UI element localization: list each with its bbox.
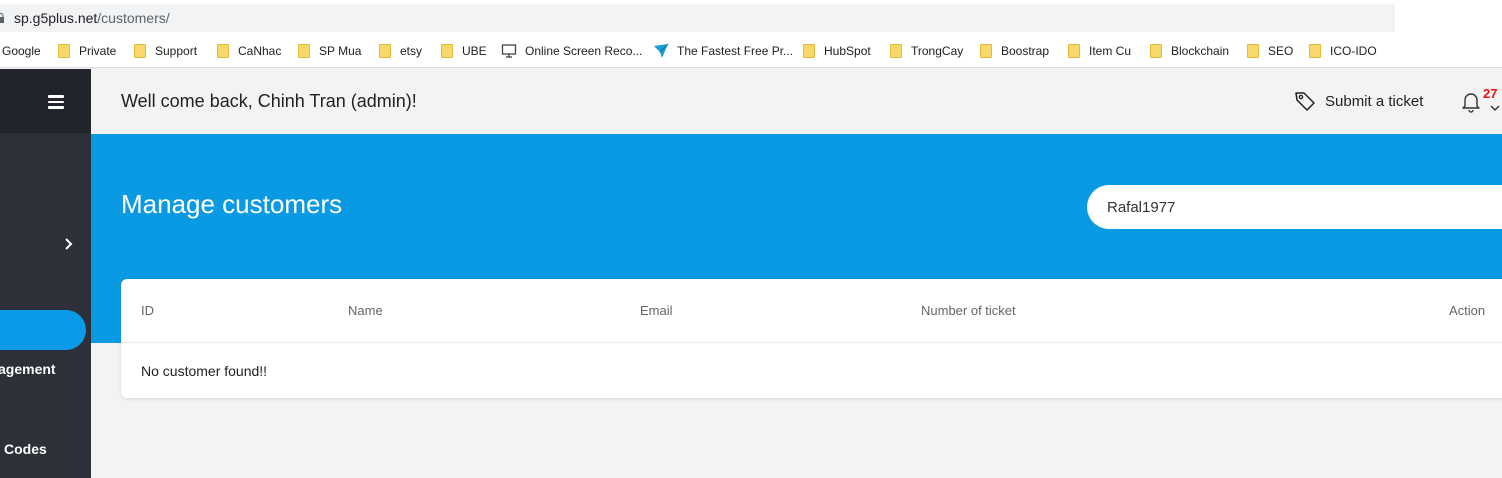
browser-address-bar: sp.g5plus.net/customers/ — [0, 0, 1502, 34]
bookmark-item-cu[interactable]: Item Cu — [1068, 43, 1131, 59]
bookmark-label: etsy — [400, 44, 423, 58]
bookmark-ube[interactable]: UBE — [441, 43, 487, 59]
submit-ticket-button[interactable]: Submit a ticket — [1294, 90, 1423, 112]
folder-icon — [441, 44, 453, 58]
bookmark-ico-ido[interactable]: ICO-IDO — [1309, 43, 1377, 59]
sidebar-item-management[interactable]: agement — [0, 361, 56, 377]
bell-icon — [1461, 91, 1481, 113]
hamburger-menu-icon[interactable] — [48, 95, 64, 109]
folder-icon — [134, 44, 146, 58]
bookmark-canhac[interactable]: CaNhac — [217, 43, 281, 59]
folder-icon — [1068, 44, 1080, 58]
bookmark-label: HubSpot — [824, 44, 871, 58]
url-field[interactable]: sp.g5plus.net/customers/ — [0, 4, 1395, 32]
sidebar: agement Codes — [0, 69, 91, 478]
url-path: /customers/ — [97, 10, 170, 26]
sidebar-item-customers-active[interactable] — [0, 310, 86, 350]
folder-icon — [890, 44, 902, 58]
bookmark-boostrap[interactable]: Boostrap — [980, 43, 1049, 59]
folder-icon — [298, 44, 310, 58]
bookmark-label: SP Mua — [319, 44, 362, 58]
bookmark-label: SEO — [1268, 44, 1294, 58]
bookmark-sp-mua[interactable]: SP Mua — [298, 43, 361, 59]
bookmark-google[interactable]: Google — [2, 43, 41, 59]
bookmark-label: UBE — [462, 44, 487, 58]
folder-icon — [803, 44, 815, 58]
bookmark-online-screen[interactable]: Online Screen Reco... — [501, 43, 642, 59]
bookmark-etsy[interactable]: etsy — [379, 43, 422, 59]
sidebar-item-codes[interactable]: Codes — [4, 441, 47, 457]
customers-table: ID Name Email Number of ticket Action No… — [121, 279, 1502, 398]
bookmark-label: The Fastest Free Pr... — [677, 44, 794, 58]
page-title: Manage customers — [121, 189, 343, 219]
submit-ticket-label: Submit a ticket — [1325, 92, 1424, 110]
top-header: Well come back, Chinh Tran (admin)! Subm… — [91, 69, 1502, 134]
folder-icon — [1247, 44, 1259, 58]
column-header-action: Action — [1449, 303, 1486, 318]
bookmark-label: Support — [155, 44, 198, 58]
column-header-name[interactable]: Name — [348, 303, 383, 318]
url-host: sp.g5plus.net — [14, 10, 98, 26]
notifications-button[interactable]: 27 — [1461, 86, 1501, 115]
folder-icon — [980, 44, 992, 58]
tag-icon — [1294, 90, 1316, 112]
bookmark-label: Private — [79, 44, 117, 58]
bookmark-label: Google — [2, 44, 41, 58]
bookmark-label: Blockchain — [1171, 44, 1230, 58]
bookmark-label: TrongCay — [911, 44, 964, 58]
bookmark-seo[interactable]: SEO — [1247, 43, 1293, 59]
bookmark-private[interactable]: Private — [58, 43, 116, 59]
column-header-email[interactable]: Email — [640, 303, 673, 318]
bookmark-label: ICO-IDO — [1330, 44, 1377, 58]
customer-search-input[interactable] — [1087, 185, 1502, 229]
folder-icon — [58, 44, 70, 58]
welcome-message: Well come back, Chinh Tran (admin)! — [121, 91, 417, 111]
table-header: ID Name Email Number of ticket Action — [121, 279, 1502, 343]
bookmark-label: Online Screen Reco... — [525, 44, 643, 58]
folder-icon — [379, 44, 391, 58]
bookmark-label: Item Cu — [1089, 44, 1132, 58]
lock-icon[interactable] — [0, 13, 4, 23]
bookmarks-bar: Google Private Support CaNhac SP Mua ets… — [0, 34, 1502, 68]
bookmark-support[interactable]: Support — [134, 43, 197, 59]
bookmark-hubspot[interactable]: HubSpot — [803, 43, 871, 59]
folder-icon — [217, 44, 229, 58]
bookmark-fastest-free[interactable]: The Fastest Free Pr... — [653, 43, 793, 59]
folder-icon — [1309, 44, 1321, 58]
empty-table-message: No customer found!! — [141, 363, 268, 379]
bolt-icon — [653, 43, 669, 59]
bookmark-blockchain[interactable]: Blockchain — [1150, 43, 1229, 59]
bookmark-label: CaNhac — [238, 44, 282, 58]
chevron-right-icon[interactable] — [63, 236, 75, 252]
column-header-id[interactable]: ID — [141, 303, 154, 318]
column-header-number-of-ticket[interactable]: Number of ticket — [921, 303, 1016, 318]
folder-icon — [1150, 44, 1162, 58]
monitor-icon — [501, 43, 517, 59]
chevron-down-icon — [1490, 99, 1500, 111]
bookmark-label: Boostrap — [1001, 44, 1050, 58]
bookmark-trongcay[interactable]: TrongCay — [890, 43, 963, 59]
sidebar-header — [0, 69, 91, 133]
